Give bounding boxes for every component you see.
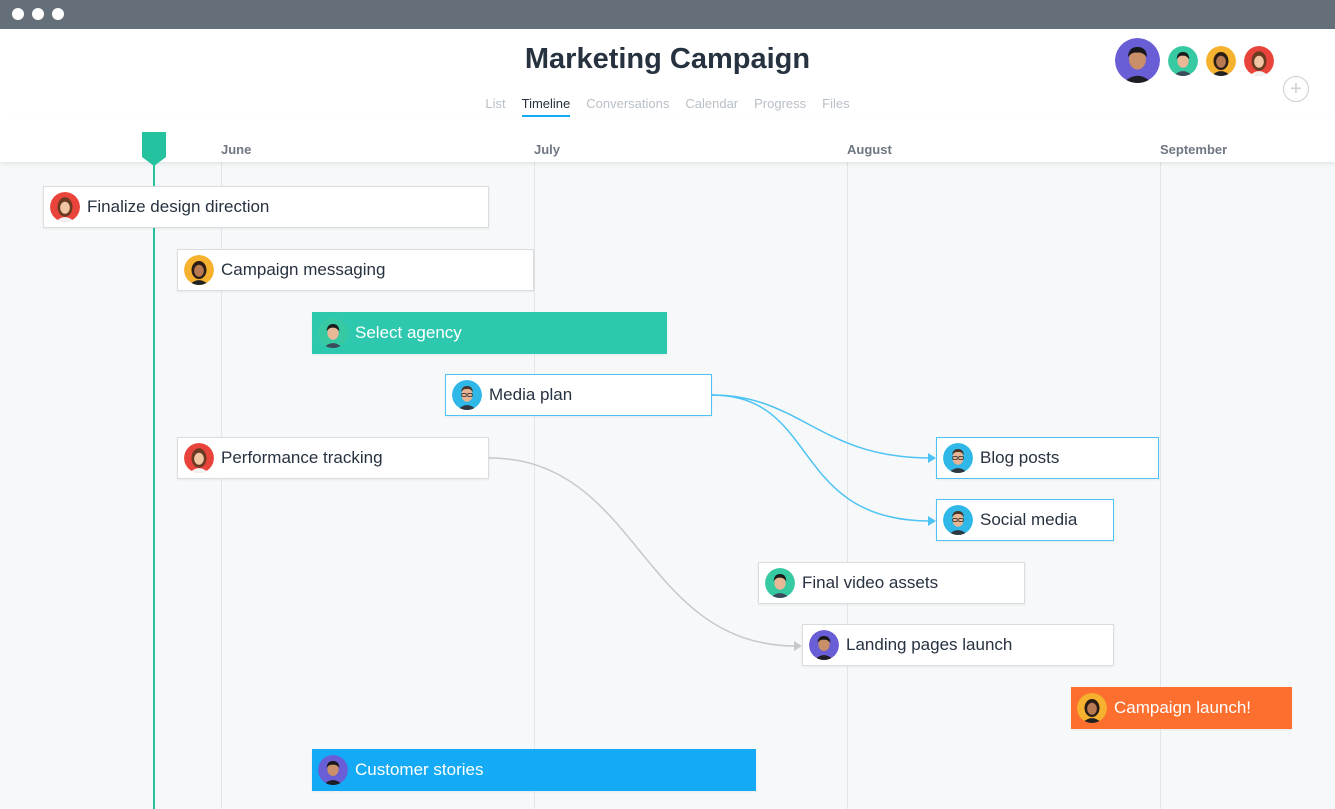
task-label: Landing pages launch <box>846 635 1013 654</box>
assignee-avatar <box>184 443 214 473</box>
task-label: Campaign launch! <box>1114 698 1252 717</box>
month-gridline <box>847 162 848 809</box>
assignee-avatar <box>1077 693 1107 723</box>
today-line <box>153 150 155 809</box>
task-customer-stories[interactable]: Customer stories <box>312 749 756 791</box>
dependency-arrow <box>928 453 936 463</box>
assignee-avatar <box>318 755 348 785</box>
view-tabs: List Timeline Conversations Calendar Pro… <box>0 96 1335 117</box>
assignee-avatar <box>809 630 839 660</box>
task-select-agency[interactable]: Select agency <box>312 312 667 354</box>
assignee-avatar <box>765 568 795 598</box>
window-titlebar <box>0 0 1335 29</box>
timeline-month-header: June July August September <box>0 118 1335 162</box>
task-label: Blog posts <box>980 448 1060 467</box>
task-label: Customer stories <box>355 760 484 779</box>
window-minimize-dot[interactable] <box>32 8 44 20</box>
task-label: Select agency <box>355 323 462 342</box>
task-landing-pages-launch[interactable]: Landing pages launch <box>802 624 1114 666</box>
tab-progress[interactable]: Progress <box>754 96 806 117</box>
task-label: Final video assets <box>802 573 939 592</box>
task-label: Social media <box>980 510 1078 529</box>
tab-files[interactable]: Files <box>822 96 849 117</box>
window-close-dot[interactable] <box>12 8 24 20</box>
task-label: Performance tracking <box>221 448 383 467</box>
month-label: July <box>534 142 561 157</box>
member-avatar[interactable] <box>1115 38 1160 83</box>
month-label: August <box>847 142 892 157</box>
task-media-plan[interactable]: Media plan <box>445 374 712 416</box>
assignee-avatar <box>318 318 348 348</box>
task-finalize-design-direction[interactable]: Finalize design direction <box>43 186 489 228</box>
month-gridline <box>534 162 535 809</box>
task-blog-posts[interactable]: Blog posts <box>936 437 1159 479</box>
task-campaign-messaging[interactable]: Campaign messaging <box>177 249 534 291</box>
project-header: Marketing Campaign List Timeline Convers… <box>0 29 1335 118</box>
tab-calendar[interactable]: Calendar <box>685 96 738 117</box>
assignee-avatar <box>943 443 973 473</box>
dependency-arrow <box>794 641 802 651</box>
member-avatar[interactable] <box>1206 46 1236 76</box>
tab-conversations[interactable]: Conversations <box>586 96 669 117</box>
assignee-avatar <box>943 505 973 535</box>
tab-timeline[interactable]: Timeline <box>521 96 571 117</box>
member-avatar[interactable] <box>1168 46 1198 76</box>
task-final-video-assets[interactable]: Final video assets <box>758 562 1025 604</box>
add-member-button[interactable]: + <box>1283 76 1309 102</box>
task-social-media[interactable]: Social media <box>936 499 1114 541</box>
month-label: June <box>221 142 252 157</box>
member-avatar[interactable] <box>1244 46 1274 76</box>
task-campaign-launch[interactable]: Campaign launch! <box>1071 687 1292 729</box>
task-label: Finalize design direction <box>87 197 270 216</box>
window-maximize-dot[interactable] <box>52 8 64 20</box>
dependency-arrow <box>928 516 936 526</box>
dependency-line <box>488 457 797 647</box>
dependency-line <box>711 394 931 459</box>
month-label: September <box>1160 142 1228 157</box>
assignee-avatar <box>50 192 80 222</box>
assignee-avatar <box>452 380 482 410</box>
task-performance-tracking[interactable]: Performance tracking <box>177 437 489 479</box>
task-label: Campaign messaging <box>221 260 386 279</box>
assignee-avatar <box>184 255 214 285</box>
task-label: Media plan <box>489 385 573 404</box>
dependency-line <box>711 394 931 522</box>
tab-list[interactable]: List <box>485 96 505 117</box>
today-marker-flag[interactable] <box>142 132 166 166</box>
